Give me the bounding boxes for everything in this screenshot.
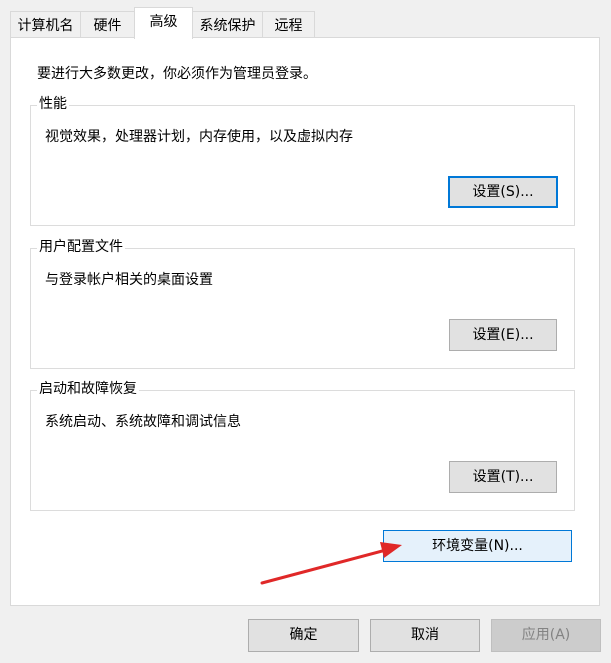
admin-notice: 要进行大多数更改，你必须作为管理员登录。 [37, 66, 317, 82]
performance-group: 性能 视觉效果，处理器计划，内存使用，以及虚拟内存 设置(S)... [30, 95, 575, 226]
user-profiles-settings-button[interactable]: 设置(E)... [449, 319, 557, 351]
user-profiles-group-title: 用户配置文件 [37, 238, 125, 256]
user-profiles-description: 与登录帐户相关的桌面设置 [45, 272, 213, 288]
performance-description: 视觉效果，处理器计划，内存使用，以及虚拟内存 [45, 129, 353, 145]
tab-advanced[interactable]: 高级 [134, 7, 193, 39]
startup-recovery-description: 系统启动、系统故障和调试信息 [45, 414, 241, 430]
tab-hardware[interactable]: 硬件 [80, 11, 135, 38]
startup-recovery-settings-button[interactable]: 设置(T)... [449, 461, 557, 493]
user-profiles-group: 用户配置文件 与登录帐户相关的桌面设置 设置(E)... [30, 238, 575, 369]
performance-settings-button[interactable]: 设置(S)... [448, 176, 558, 208]
startup-recovery-group: 启动和故障恢复 系统启动、系统故障和调试信息 设置(T)... [30, 380, 575, 511]
advanced-tab-panel: 要进行大多数更改，你必须作为管理员登录。 性能 视觉效果，处理器计划，内存使用，… [10, 37, 600, 606]
environment-variables-button[interactable]: 环境变量(N)... [383, 530, 572, 562]
startup-recovery-group-title: 启动和故障恢复 [37, 380, 139, 398]
performance-group-title: 性能 [37, 95, 69, 113]
apply-button[interactable]: 应用(A) [491, 619, 601, 652]
tab-system-protection[interactable]: 系统保护 [192, 11, 263, 38]
cancel-button[interactable]: 取消 [370, 619, 480, 652]
tab-computer-name[interactable]: 计算机名 [10, 11, 81, 38]
ok-button[interactable]: 确定 [248, 619, 359, 652]
tab-remote[interactable]: 远程 [262, 11, 315, 38]
